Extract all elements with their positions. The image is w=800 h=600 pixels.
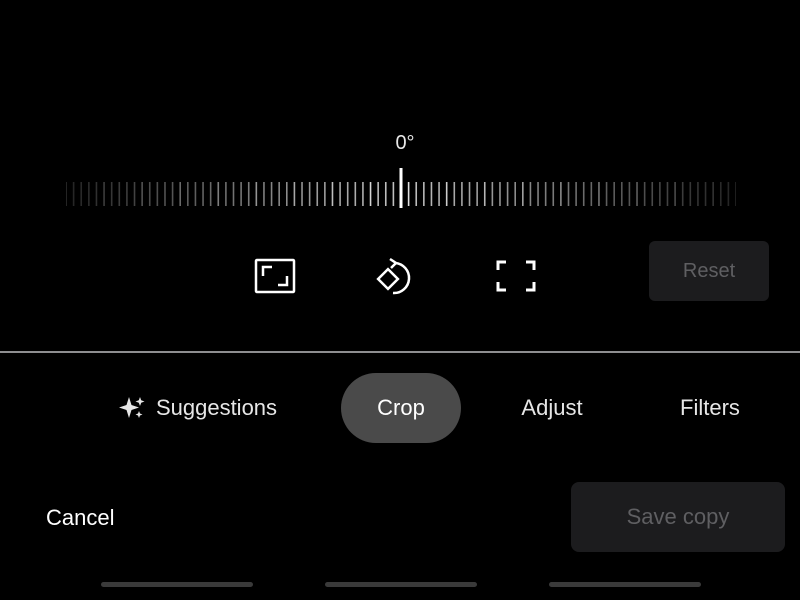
tab-filters[interactable]: Filters xyxy=(660,373,760,443)
tab-crop-label: Crop xyxy=(377,395,425,420)
divider xyxy=(0,351,800,353)
nav-hint-bar xyxy=(549,582,701,587)
rotate-icon[interactable] xyxy=(372,252,420,300)
nav-hint-bar xyxy=(325,582,477,587)
save-copy-button[interactable]: Save copy xyxy=(571,482,785,552)
tab-adjust-label: Adjust xyxy=(521,395,583,420)
sparkle-icon xyxy=(118,395,146,421)
tab-suggestions[interactable]: Suggestions xyxy=(100,373,295,443)
tab-filters-label: Filters xyxy=(680,395,740,420)
rotation-ruler-slider[interactable] xyxy=(66,168,736,208)
reset-button[interactable]: Reset xyxy=(649,241,769,301)
rotation-angle-label: 0° xyxy=(395,132,415,154)
nav-hint-bar xyxy=(101,582,253,587)
tab-adjust[interactable]: Adjust xyxy=(496,373,608,443)
tab-crop[interactable]: Crop xyxy=(341,373,461,443)
free-crop-icon[interactable] xyxy=(492,252,540,300)
cancel-button[interactable]: Cancel xyxy=(40,496,120,540)
tab-suggestions-label: Suggestions xyxy=(155,395,278,420)
editor-tabs: Suggestions Crop Adjust Filters xyxy=(0,373,800,443)
aspect-ratio-icon[interactable] xyxy=(251,252,299,300)
photo-editor-screen: 0° Reset Suggestions Crop Adjust Filters… xyxy=(0,0,800,600)
